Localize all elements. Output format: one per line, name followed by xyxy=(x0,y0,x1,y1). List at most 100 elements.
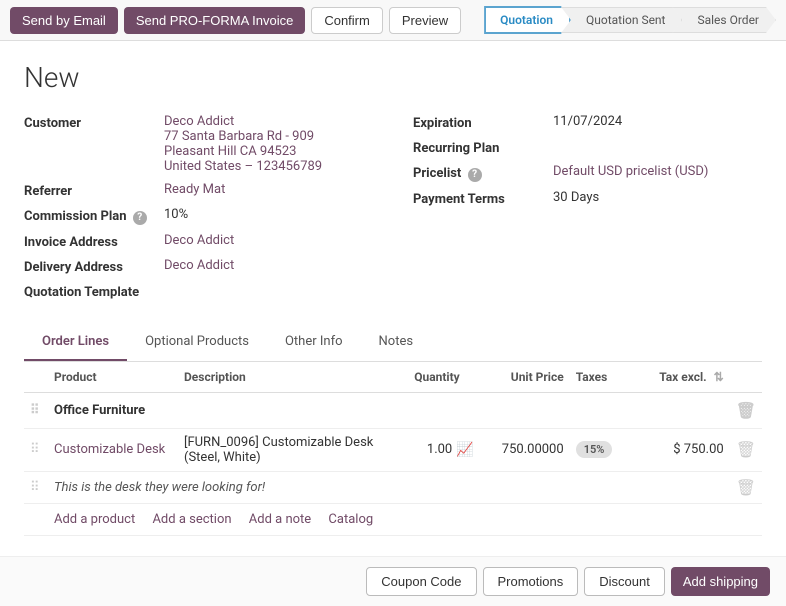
note-text: This is the desk they were looking for! xyxy=(48,471,730,503)
tab-order-lines[interactable]: Order Lines xyxy=(24,324,127,361)
drag-dots-icon: ⠿ xyxy=(30,403,40,418)
pricelist-label: Pricelist ? xyxy=(413,164,553,182)
recurring-plan-field: Recurring Plan xyxy=(413,139,762,156)
add-links-spacer xyxy=(24,503,48,535)
referrer-link[interactable]: Ready Mat xyxy=(164,182,225,197)
status-step-sales-order[interactable]: Sales Order xyxy=(672,7,776,33)
th-unit-price: Unit Price xyxy=(480,362,570,393)
invoice-address-field: Invoice Address Deco Addict xyxy=(24,233,373,250)
customer-value: Deco Addict 77 Santa Barbara Rd - 909 Pl… xyxy=(164,114,322,174)
commission-help-icon[interactable]: ? xyxy=(133,211,147,225)
status-step-quotation[interactable]: Quotation xyxy=(484,6,571,34)
th-product: Product xyxy=(48,362,178,393)
preview-button[interactable]: Preview xyxy=(389,7,461,34)
section-name: Office Furniture xyxy=(48,392,730,428)
product-unit-price-cell: 750.00000 xyxy=(480,428,570,471)
order-table: Product Description Quantity Unit Price … xyxy=(24,362,762,536)
commission-label: Commission Plan ? xyxy=(24,207,164,225)
expiration-value: 11/07/2024 xyxy=(553,114,622,129)
toolbar: Send by Email Send PRO-FORMA Invoice Con… xyxy=(0,0,786,41)
drag-dots-icon: ⠿ xyxy=(30,442,40,457)
pricelist-value: Default USD pricelist (USD) xyxy=(553,164,708,179)
send-proforma-button[interactable]: Send PRO-FORMA Invoice xyxy=(124,7,306,34)
delivery-address-value: Deco Addict xyxy=(164,258,234,273)
catalog-link[interactable]: Catalog xyxy=(328,512,373,527)
th-actions xyxy=(730,362,762,393)
invoice-address-label: Invoice Address xyxy=(24,233,164,250)
tabs: Order Lines Optional Products Other Info… xyxy=(24,324,762,361)
referrer-value: Ready Mat xyxy=(164,182,225,197)
expiration-field: Expiration 11/07/2024 xyxy=(413,114,762,131)
note-drag-handle[interactable]: ⠿ xyxy=(24,471,48,503)
table-body: ⠿ Office Furniture 🗑 ⠿ Customizable Desk… xyxy=(24,392,762,535)
th-taxes: Taxes xyxy=(570,362,640,393)
section-drag-handle[interactable]: ⠿ xyxy=(24,392,48,428)
form-left: Customer Deco Addict 77 Santa Barbara Rd… xyxy=(24,114,373,308)
confirm-button[interactable]: Confirm xyxy=(311,7,383,34)
table-header: Product Description Quantity Unit Price … xyxy=(24,362,762,393)
recurring-plan-label: Recurring Plan xyxy=(413,139,553,156)
th-description: Description xyxy=(178,362,400,393)
coupon-code-button[interactable]: Coupon Code xyxy=(366,567,476,596)
add-section-link[interactable]: Add a section xyxy=(152,512,231,527)
product-delete-btn[interactable]: 🗑 xyxy=(730,428,762,471)
page-title: New xyxy=(24,61,762,94)
drag-dots-icon: ⠿ xyxy=(30,480,40,495)
pricelist-help-icon[interactable]: ? xyxy=(468,168,482,182)
commission-field: Commission Plan ? 10% xyxy=(24,207,373,225)
product-description-cell: [FURN_0096] Customizable Desk (Steel, Wh… xyxy=(178,428,400,471)
tab-notes[interactable]: Notes xyxy=(361,324,432,361)
pricelist-link[interactable]: Default USD pricelist (USD) xyxy=(553,164,708,179)
payment-terms-value: 30 Days xyxy=(553,190,599,205)
delete-note-icon[interactable]: 🗑 xyxy=(736,478,756,497)
table-note-row: ⠿ This is the desk they were looking for… xyxy=(24,471,762,503)
invoice-address-link[interactable]: Deco Addict xyxy=(164,233,234,248)
payment-terms-field: Payment Terms 30 Days xyxy=(413,190,762,207)
address-line1: 77 Santa Barbara Rd - 909 xyxy=(164,129,322,144)
th-quantity: Quantity xyxy=(400,362,480,393)
tax-badge[interactable]: 15% xyxy=(576,441,613,458)
pricelist-field: Pricelist ? Default USD pricelist (USD) xyxy=(413,164,762,182)
discount-button[interactable]: Discount xyxy=(584,567,665,596)
product-link[interactable]: Customizable Desk xyxy=(54,442,165,457)
qty-value-wrapper: 1.00 📈 xyxy=(406,442,474,458)
status-bar: Quotation Quotation Sent Sales Order xyxy=(484,6,776,34)
add-product-link[interactable]: Add a product xyxy=(54,512,135,527)
quotation-template-field: Quotation Template xyxy=(24,283,373,300)
customer-name-link[interactable]: Deco Addict xyxy=(164,114,234,129)
add-links-cell: Add a product Add a section Add a note C… xyxy=(48,503,762,535)
referrer-field: Referrer Ready Mat xyxy=(24,182,373,199)
bottom-bar: Coupon Code Promotions Discount Add ship… xyxy=(0,556,786,606)
table-section-row: ⠿ Office Furniture 🗑 xyxy=(24,392,762,428)
note-delete-btn[interactable]: 🗑 xyxy=(730,471,762,503)
tab-other-info[interactable]: Other Info xyxy=(267,324,361,361)
th-tax-excl: Tax excl. ⇅ xyxy=(640,362,730,393)
product-qty-cell: 1.00 📈 xyxy=(400,428,480,471)
reorder-icon[interactable]: ⇅ xyxy=(714,370,724,384)
add-note-link[interactable]: Add a note xyxy=(249,512,311,527)
delete-section-icon[interactable]: 🗑 xyxy=(736,401,756,420)
referrer-label: Referrer xyxy=(24,182,164,199)
forecast-chart-icon[interactable]: 📈 xyxy=(456,442,473,458)
form-right: Expiration 11/07/2024 Recurring Plan Pri… xyxy=(413,114,762,308)
delivery-address-link[interactable]: Deco Addict xyxy=(164,258,234,273)
tabs-container: Order Lines Optional Products Other Info… xyxy=(24,324,762,362)
add-shipping-button[interactable]: Add shipping xyxy=(671,567,770,596)
delete-product-icon[interactable]: 🗑 xyxy=(736,440,756,459)
section-delete-btn[interactable]: 🗑 xyxy=(730,392,762,428)
table-row: ⠿ Customizable Desk [FURN_0096] Customiz… xyxy=(24,428,762,471)
main-content: New Customer Deco Addict 77 Santa Barbar… xyxy=(0,41,786,556)
status-step-quotation-sent[interactable]: Quotation Sent xyxy=(561,7,683,33)
product-tax-excl-cell: $ 750.00 xyxy=(640,428,730,471)
commission-value: 10% xyxy=(164,207,188,222)
delivery-address-label: Delivery Address xyxy=(24,258,164,275)
promotions-button[interactable]: Promotions xyxy=(483,567,579,596)
add-links-row: Add a product Add a section Add a note C… xyxy=(24,503,762,535)
invoice-address-value: Deco Addict xyxy=(164,233,234,248)
send-email-button[interactable]: Send by Email xyxy=(10,7,118,34)
expiration-label: Expiration xyxy=(413,114,553,131)
customer-label: Customer xyxy=(24,114,164,131)
product-drag-handle[interactable]: ⠿ xyxy=(24,428,48,471)
tab-optional-products[interactable]: Optional Products xyxy=(127,324,267,361)
address-line2: Pleasant Hill CA 94523 xyxy=(164,144,322,159)
